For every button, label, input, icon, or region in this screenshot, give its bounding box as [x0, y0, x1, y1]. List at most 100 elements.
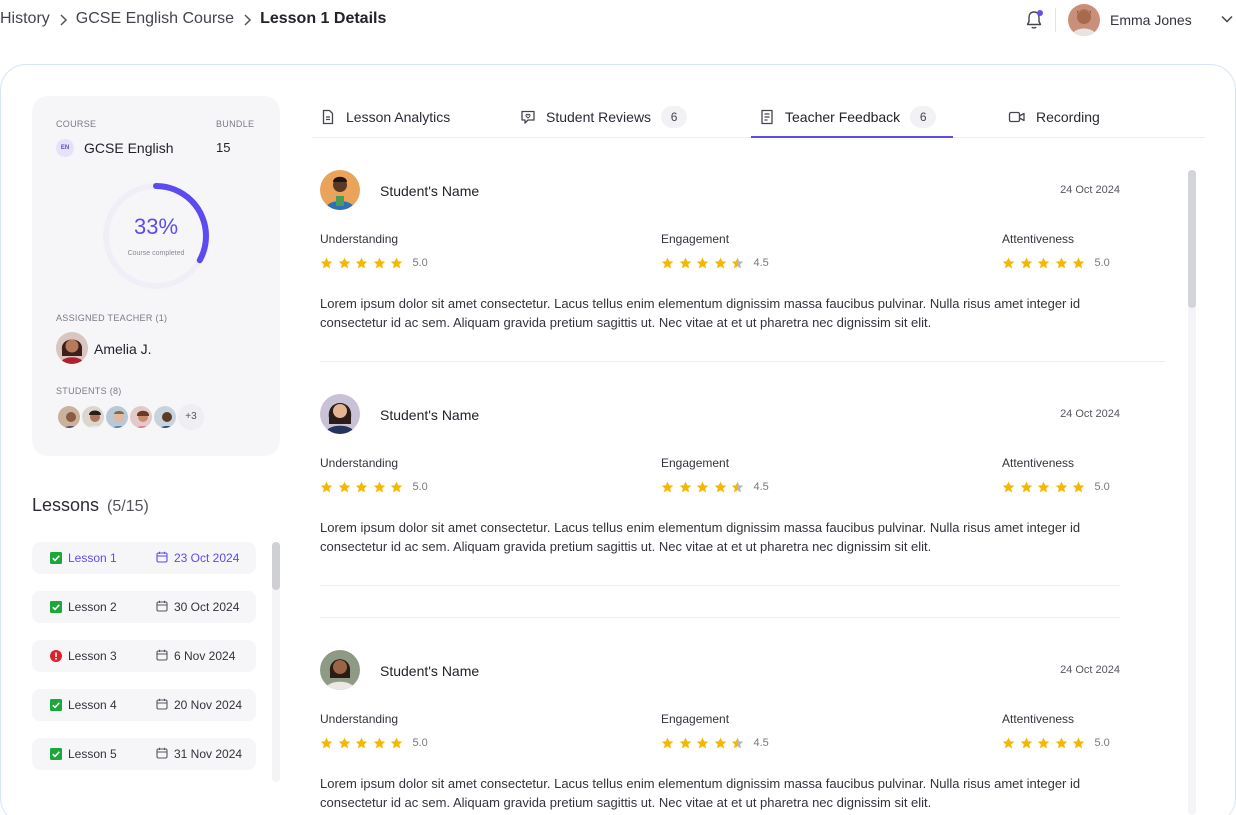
lesson-name: Lesson 3	[68, 649, 117, 663]
lesson-item[interactable]: Lesson 1 23 Oct 2024	[32, 542, 256, 574]
star-icon	[679, 257, 691, 269]
rating-metric: Engagement 4.5	[661, 456, 769, 493]
students-more-count[interactable]: +3	[178, 404, 204, 430]
star-icon	[696, 737, 709, 749]
lesson-name: Lesson 1	[68, 551, 117, 565]
breadcrumb-current: Lesson 1 Details	[260, 10, 387, 27]
lesson-item[interactable]: Lesson 2 30 Oct 2024	[32, 591, 256, 623]
metric-score: 5.0	[1094, 257, 1110, 269]
breadcrumb: History GCSE English Course Lesson 1 Det…	[0, 10, 386, 28]
bundle-value: 15	[216, 140, 231, 155]
lesson-date: 30 Oct 2024	[174, 600, 240, 614]
star-icon	[338, 481, 350, 493]
student-avatar[interactable]	[80, 404, 106, 430]
tab-teacher-feedback[interactable]: Teacher Feedback 6	[759, 96, 937, 138]
feedback-date: 24 Oct 2024	[1060, 408, 1120, 420]
feedback-text: Lorem ipsum dolor sit amet consectetur. …	[320, 520, 1081, 554]
progress-caption: Course completed	[127, 250, 185, 257]
tab-label: Student Reviews	[546, 109, 652, 125]
star-icon	[1020, 257, 1032, 269]
metric-label: Engagement	[661, 456, 730, 470]
star-icon	[338, 257, 350, 269]
student-avatar[interactable]	[56, 404, 82, 430]
teacher-avatar[interactable]	[56, 332, 88, 364]
user-avatar[interactable]	[1068, 4, 1100, 36]
star-icon	[679, 481, 691, 493]
tab-label: Teacher Feedback	[785, 109, 901, 125]
lesson-item[interactable]: Lesson 4 20 Nov 2024	[32, 689, 256, 721]
lesson-list: Lesson 1 23 Oct 2024 Lesson 2 30 Oct 2024 Le…	[32, 542, 256, 787]
star-rating: 4.5	[661, 257, 769, 269]
star-icon	[1037, 481, 1050, 493]
star-icon	[390, 737, 403, 749]
star-rating: 4.5	[661, 737, 769, 749]
tab-lesson-analytics[interactable]: Lesson Analytics	[320, 96, 450, 138]
star-icon	[661, 737, 674, 749]
star-icon	[679, 737, 691, 749]
star-icon	[714, 257, 726, 269]
star-icon	[696, 481, 709, 493]
teacher-name[interactable]: Amelia J.	[94, 341, 152, 357]
student-avatar[interactable]	[128, 404, 154, 430]
student-name[interactable]: Student's Name	[380, 663, 479, 679]
lesson-item[interactable]: Lesson 3 6 Nov 2024	[32, 640, 256, 672]
metric-label: Attentiveness	[1002, 712, 1075, 726]
checkbox-checked-icon	[50, 552, 62, 564]
rating-metric: Attentiveness 5.0	[1002, 712, 1110, 749]
star-rating: 5.0	[1002, 481, 1110, 493]
star-icon	[390, 257, 403, 269]
star-icon	[390, 481, 403, 493]
lesson-scrollbar-thumb[interactable]	[272, 542, 280, 590]
star-icon	[1002, 257, 1015, 269]
lessons-title: Lessons	[32, 495, 100, 515]
metric-score: 4.5	[753, 257, 769, 269]
lesson-item[interactable]: Lesson 5 31 Nov 2024	[32, 738, 256, 770]
rating-metric: Understanding 5.0	[320, 456, 428, 493]
tab-recording[interactable]: Recording	[1008, 96, 1100, 138]
student-avatar[interactable]	[320, 170, 360, 210]
star-icon	[355, 257, 368, 269]
metric-label: Understanding	[320, 712, 399, 726]
rating-metric: Attentiveness 5.0	[1002, 232, 1110, 269]
chevron-right-icon	[234, 11, 260, 27]
student-avatar[interactable]	[320, 394, 360, 434]
tab-student-reviews[interactable]: Student Reviews 6	[520, 96, 688, 138]
star-rating: 5.0	[320, 481, 428, 493]
breadcrumb-history[interactable]: History	[0, 10, 50, 28]
star-icon	[1055, 481, 1067, 493]
star-rating: 4.5	[661, 481, 769, 493]
student-avatar[interactable]	[320, 650, 360, 690]
star-icon	[1002, 481, 1015, 493]
video-icon	[1008, 111, 1025, 123]
star-icon	[714, 737, 726, 749]
calendar-icon	[156, 747, 168, 759]
student-avatar[interactable]	[152, 404, 178, 430]
chat-heart-icon	[521, 110, 535, 124]
metric-score: 5.0	[412, 481, 428, 493]
user-name[interactable]: Emma Jones	[1110, 12, 1192, 28]
top-bar: History GCSE English Course Lesson 1 Det…	[0, 0, 1236, 42]
breadcrumb-course[interactable]: GCSE English Course	[76, 10, 234, 28]
card-divider	[320, 585, 1120, 586]
student-name[interactable]: Student's Name	[380, 407, 479, 423]
student-name[interactable]: Student's Name	[380, 183, 479, 199]
tab-label: Lesson Analytics	[346, 109, 451, 125]
students-avatars[interactable]: +3	[56, 404, 204, 430]
star-icon	[355, 481, 368, 493]
star-icon	[1072, 481, 1085, 493]
lessons-heading: Lessons (5/15)	[32, 495, 149, 516]
star-icon	[731, 257, 744, 269]
chevron-down-icon[interactable]	[1220, 12, 1234, 26]
metric-label: Understanding	[320, 456, 399, 470]
checkbox-checked-icon	[50, 699, 62, 711]
notification-dot	[1037, 10, 1043, 16]
feedback-scrollbar-thumb[interactable]	[1188, 170, 1196, 308]
alert-icon	[50, 650, 62, 662]
lesson-date: 6 Nov 2024	[174, 649, 236, 663]
feedback-text: Lorem ipsum dolor sit amet consectetur. …	[320, 296, 1081, 330]
student-avatar[interactable]	[104, 404, 130, 430]
star-icon	[1055, 257, 1067, 269]
progress-percent: 33%	[133, 214, 179, 239]
star-icon	[731, 481, 744, 493]
star-rating: 5.0	[320, 737, 428, 749]
